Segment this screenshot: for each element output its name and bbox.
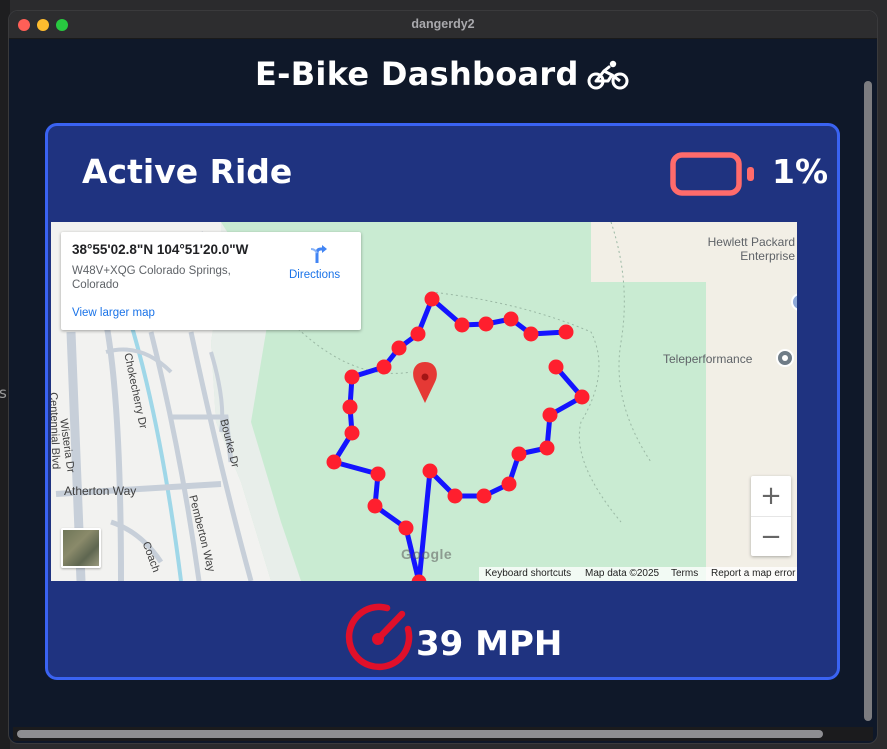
battery-percentage: 1% bbox=[772, 152, 829, 191]
vertical-scrollbar[interactable] bbox=[861, 81, 875, 721]
map-view[interactable]: Hewlett Packard Enterprise Teleperforman… bbox=[51, 222, 800, 581]
route-point bbox=[503, 311, 519, 327]
map-attribution-bar: Keyboard shortcuts Map data ©2025 Terms … bbox=[479, 567, 800, 581]
battery-icon bbox=[670, 152, 754, 196]
route-point bbox=[501, 476, 517, 492]
speedometer-icon bbox=[345, 603, 413, 671]
map-address: W48V+XQG Colorado Springs, Colorado bbox=[72, 265, 231, 291]
keyboard-shortcuts-link[interactable]: Keyboard shortcuts bbox=[485, 568, 571, 579]
google-logo: Google bbox=[401, 546, 453, 562]
horizontal-scrollbar-thumb[interactable] bbox=[17, 730, 823, 738]
route-point bbox=[410, 326, 426, 342]
street-atherton: Atherton Way bbox=[64, 484, 137, 498]
background-text: s bbox=[0, 384, 7, 402]
map-zoom-controls: + − bbox=[751, 476, 791, 556]
speed-readout: 39 MPH bbox=[416, 624, 563, 664]
route-point bbox=[478, 316, 494, 332]
vertical-scrollbar-thumb[interactable] bbox=[864, 81, 872, 721]
zoom-in-button[interactable]: + bbox=[751, 476, 791, 516]
route-point bbox=[523, 326, 539, 342]
route-point bbox=[511, 446, 527, 462]
map-data-text: Map data ©2025 bbox=[585, 568, 660, 579]
window-title: dangerdy2 bbox=[411, 17, 475, 31]
report-map-error-link[interactable]: Report a map error bbox=[711, 568, 795, 579]
directions-icon[interactable] bbox=[306, 242, 328, 264]
route-point bbox=[391, 340, 407, 356]
horizontal-scrollbar[interactable] bbox=[13, 727, 873, 741]
route-point bbox=[376, 359, 392, 375]
window-titlebar[interactable]: dangerdy2 bbox=[9, 11, 877, 39]
active-ride-card: Active Ride 1% Hewlett Packard Enterpris… bbox=[45, 123, 840, 680]
map-coordinates: 38°55'02.8"N 104°51'20.0"W bbox=[72, 242, 249, 257]
route-point bbox=[370, 466, 386, 482]
route-point bbox=[422, 463, 438, 479]
map-right-gap bbox=[797, 222, 834, 581]
route-point bbox=[367, 498, 383, 514]
route-point bbox=[344, 369, 360, 385]
route-point bbox=[548, 359, 564, 375]
route-point bbox=[342, 399, 358, 415]
map-label-hp[interactable]: Hewlett Packard Enterprise bbox=[695, 235, 795, 263]
route-point bbox=[326, 454, 342, 470]
route-point bbox=[454, 317, 470, 333]
bicycle-icon bbox=[587, 60, 629, 90]
route-point bbox=[558, 324, 574, 340]
route-point bbox=[539, 440, 555, 456]
card-title: Active Ride bbox=[82, 152, 293, 191]
map-info-box: 38°55'02.8"N 104°51'20.0"W W48V+XQG Colo… bbox=[61, 232, 361, 330]
page-title: E-Bike Dashboard bbox=[255, 55, 579, 93]
route-point bbox=[424, 291, 440, 307]
route-point bbox=[344, 425, 360, 441]
route-point bbox=[411, 574, 427, 581]
directions-link[interactable]: Directions bbox=[289, 269, 340, 281]
app-window: dangerdy2 E-Bike Dashboard Active Ride 1… bbox=[8, 10, 878, 744]
view-larger-map-link[interactable]: View larger map bbox=[72, 307, 155, 319]
route-point bbox=[476, 488, 492, 504]
satellite-toggle-thumbnail[interactable] bbox=[61, 528, 101, 568]
route-point bbox=[542, 407, 558, 423]
zoom-out-button[interactable]: − bbox=[751, 516, 791, 556]
route-point bbox=[574, 389, 590, 405]
map-label-teleperformance[interactable]: Teleperformance bbox=[663, 352, 752, 366]
page-header: E-Bike Dashboard bbox=[9, 55, 877, 95]
terms-link[interactable]: Terms bbox=[671, 568, 698, 579]
route-point bbox=[398, 520, 414, 536]
route-point bbox=[447, 488, 463, 504]
